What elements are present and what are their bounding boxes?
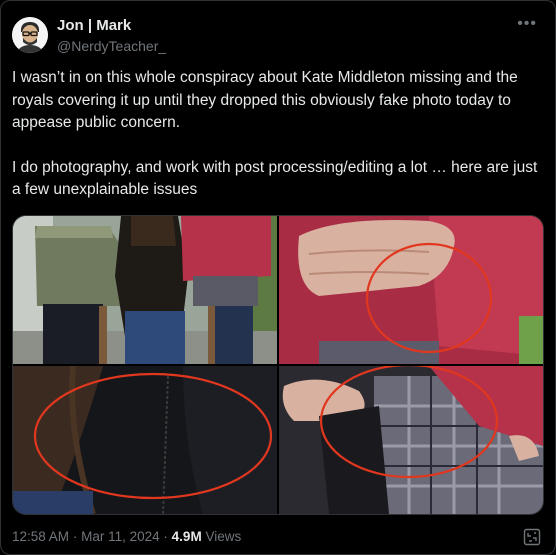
zoom-plaid-thumbnail[interactable] xyxy=(279,366,543,514)
photo-family-thumbnail[interactable] xyxy=(13,216,277,364)
more-horizontal-icon[interactable]: ••• xyxy=(517,15,537,33)
translate-icon[interactable] xyxy=(523,528,541,546)
tweet-paragraph: I do photography, and work with post pro… xyxy=(12,158,538,199)
avatar[interactable] xyxy=(12,17,48,53)
views-count: 4.9M xyxy=(171,529,202,544)
tweet-date[interactable]: Mar 11, 2024 xyxy=(81,529,160,544)
media-grid xyxy=(12,215,544,515)
tweet-time[interactable]: 12:58 AM xyxy=(12,529,69,544)
tweet-text: I wasn’t in on this whole conspiracy abo… xyxy=(12,67,542,224)
separator: · xyxy=(163,529,168,544)
zoom-hair-thumbnail[interactable] xyxy=(13,366,277,514)
author-handle[interactable]: @NerdyTeacher_ xyxy=(57,38,166,54)
separator: · xyxy=(72,529,78,544)
tweet-card: Jon | Mark @NerdyTeacher_ ••• I wasn’t i… xyxy=(0,0,556,555)
zoom-cardigan-thumbnail[interactable] xyxy=(279,216,543,364)
tweet-metadata: 12:58 AM · Mar 11, 2024 · 4.9M Views xyxy=(12,529,241,544)
tweet-paragraph: I wasn’t in on this whole conspiracy abo… xyxy=(12,69,518,131)
views-label: Views xyxy=(205,529,242,544)
author-name[interactable]: Jon | Mark xyxy=(57,17,131,34)
